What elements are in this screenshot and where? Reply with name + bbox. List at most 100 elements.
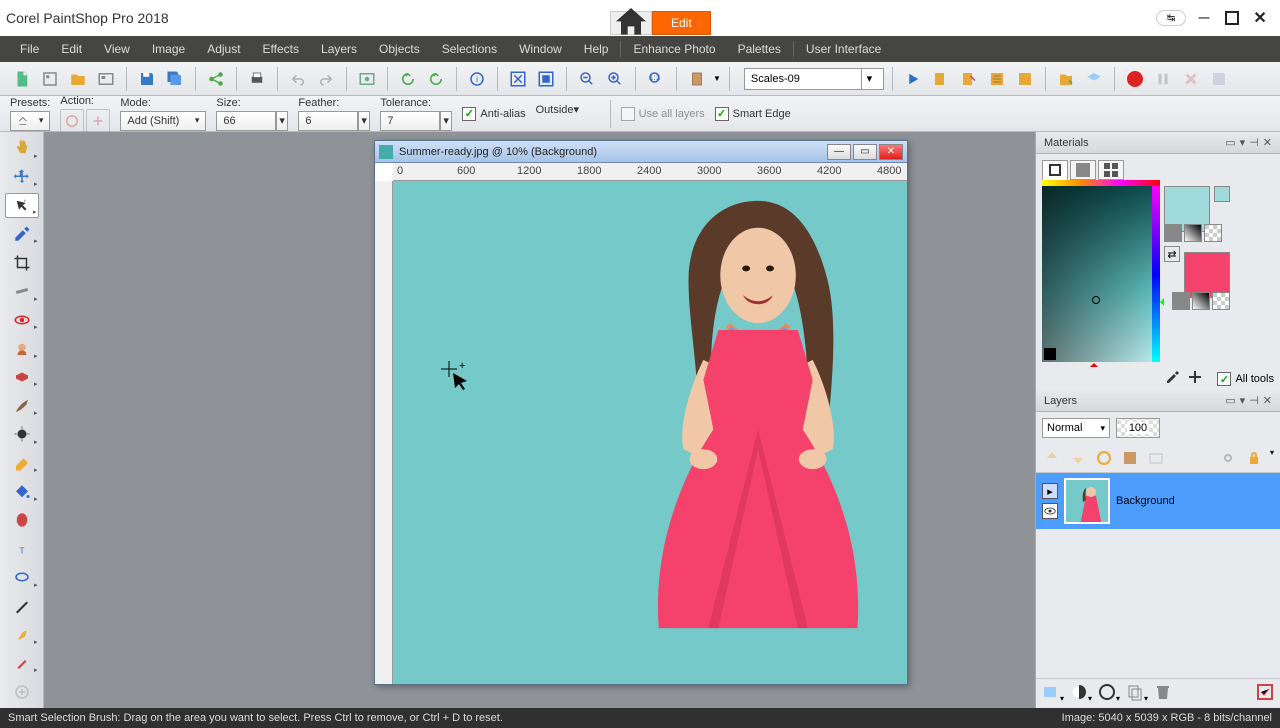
fill-tool[interactable]: ▸ xyxy=(5,479,39,504)
color-picker[interactable] xyxy=(1042,186,1160,362)
paintbrush-tool[interactable]: ▸ xyxy=(5,393,39,418)
dropper-icon[interactable] xyxy=(1166,370,1180,384)
layer-settings-icon[interactable] xyxy=(1256,683,1274,704)
zoom-actual-icon[interactable]: 1:1 xyxy=(644,67,668,91)
menu-selections[interactable]: Selections xyxy=(432,42,507,56)
swatch-b[interactable] xyxy=(1184,224,1202,242)
capture-icon[interactable] xyxy=(355,67,379,91)
dropper-tool[interactable]: ▸ xyxy=(5,222,39,247)
menu-layers[interactable]: Layers xyxy=(311,42,367,56)
layer-item-background[interactable]: ▸ Background xyxy=(1036,473,1280,529)
menu-window[interactable]: Window xyxy=(509,42,572,56)
stop-icon[interactable] xyxy=(1179,67,1203,91)
layer-down-icon[interactable] xyxy=(1068,448,1088,468)
panel-pin-icon[interactable]: ⊣ xyxy=(1249,394,1259,407)
smartedge-checkbox[interactable]: Smart Edge xyxy=(715,107,791,121)
layer-visibility-icon[interactable] xyxy=(1042,503,1058,519)
menu-adjust[interactable]: Adjust xyxy=(197,42,250,56)
doc-minimize-button[interactable]: — xyxy=(827,144,851,160)
materials-tab-frame[interactable] xyxy=(1042,160,1068,180)
size-input[interactable]: 66 xyxy=(216,111,276,131)
new-icon[interactable] xyxy=(10,67,34,91)
panel-close-icon[interactable]: ✕ xyxy=(1263,136,1272,149)
red-eye-tool[interactable]: ▸ xyxy=(5,308,39,333)
new-adjustment-icon[interactable]: ▾ xyxy=(1098,683,1120,704)
materials-tab-rainbow[interactable] xyxy=(1070,160,1096,180)
layer-mask-icon[interactable] xyxy=(1120,448,1140,468)
script-new-icon[interactable] xyxy=(929,67,953,91)
clone-tool[interactable]: ▸ xyxy=(5,365,39,390)
usealllayers-checkbox[interactable]: Use all layers xyxy=(621,107,705,121)
organizer-icon[interactable] xyxy=(1054,67,1078,91)
browse-icon[interactable] xyxy=(94,67,118,91)
presets-dropdown[interactable]: ▾ xyxy=(10,111,50,131)
maximize-button[interactable] xyxy=(1222,10,1242,26)
script-list-icon[interactable] xyxy=(985,67,1009,91)
script-edit-icon[interactable] xyxy=(957,67,981,91)
materials-header[interactable]: Materials ▭▾⊣✕ xyxy=(1036,132,1280,154)
layers-icon[interactable] xyxy=(1082,67,1106,91)
menu-view[interactable]: View xyxy=(94,42,140,56)
move-tool[interactable]: ▸ xyxy=(5,165,39,190)
record-icon[interactable] xyxy=(1123,67,1147,91)
swatch-d[interactable] xyxy=(1172,292,1190,310)
panel-close-icon[interactable]: ✕ xyxy=(1263,394,1272,407)
new-layer-icon[interactable]: ▾ xyxy=(1042,683,1064,704)
rotate-left-icon[interactable] xyxy=(396,67,420,91)
doc-maximize-button[interactable]: ▭ xyxy=(853,144,877,160)
add-swatch-icon[interactable] xyxy=(1188,370,1202,384)
new-template-icon[interactable] xyxy=(38,67,62,91)
add-tool[interactable] xyxy=(5,679,39,704)
alltools-checkbox[interactable]: All tools xyxy=(1217,372,1274,386)
feather-spinner[interactable]: ▾ xyxy=(358,111,370,131)
black-white-reset[interactable] xyxy=(1044,348,1056,360)
fit-window-icon[interactable] xyxy=(506,67,530,91)
layer-lock-icon[interactable] xyxy=(1244,448,1264,468)
share-icon[interactable] xyxy=(204,67,228,91)
makeover-tool[interactable]: ▸ xyxy=(5,336,39,361)
menu-file[interactable]: File xyxy=(10,42,49,56)
canvas[interactable]: + xyxy=(393,181,907,684)
text-tool[interactable]: T xyxy=(5,536,39,561)
panel-undock-icon[interactable]: ▭ xyxy=(1225,136,1235,149)
panel-undock-icon[interactable]: ▭ xyxy=(1225,394,1235,407)
size-spinner[interactable]: ▾ xyxy=(276,111,288,131)
layers-header[interactable]: Layers ▭▾⊣✕ xyxy=(1036,390,1280,412)
saveall-icon[interactable] xyxy=(163,67,187,91)
redo-icon[interactable] xyxy=(314,67,338,91)
picture-tube-tool[interactable] xyxy=(5,508,39,533)
action-include-icon[interactable] xyxy=(60,109,84,133)
blend-mode-dropdown[interactable]: Normal▾ xyxy=(1042,418,1110,438)
zoom-combo[interactable]: Scales-09▾ xyxy=(744,68,884,90)
antialias-checkbox[interactable]: Anti-alias xyxy=(462,107,525,121)
oil-brush-tool[interactable]: ▸ xyxy=(5,651,39,676)
play-icon[interactable] xyxy=(901,67,925,91)
open-icon[interactable] xyxy=(66,67,90,91)
delete-layer-icon[interactable] xyxy=(1154,683,1172,704)
menu-image[interactable]: Image xyxy=(142,42,195,56)
crop-tool[interactable] xyxy=(5,250,39,275)
minimize-button[interactable]: — xyxy=(1194,10,1214,26)
pan-tool[interactable]: ▸ xyxy=(5,136,39,161)
action-exclude-icon[interactable] xyxy=(86,109,110,133)
foreground-mini[interactable] xyxy=(1214,186,1230,202)
swatch-e[interactable] xyxy=(1192,292,1210,310)
layer-expand-icon[interactable]: ▸ xyxy=(1042,483,1058,499)
swatch-f[interactable] xyxy=(1212,292,1230,310)
new-mask-layer-icon[interactable]: ▾ xyxy=(1070,683,1092,704)
zoom-in-icon[interactable] xyxy=(603,67,627,91)
menu-effects[interactable]: Effects xyxy=(253,42,309,56)
layer-fx-icon[interactable] xyxy=(1094,448,1114,468)
rotate-right-icon[interactable] xyxy=(424,67,448,91)
materials-tab-swatches[interactable] xyxy=(1098,160,1124,180)
swatch-a[interactable] xyxy=(1164,224,1182,242)
zoom-out-icon[interactable] xyxy=(575,67,599,91)
opacity-input[interactable]: 100 xyxy=(1116,418,1160,438)
feather-input[interactable]: 6 xyxy=(298,111,358,131)
eraser-tool[interactable]: ▸ xyxy=(5,451,39,476)
menu-palettes[interactable]: Palettes xyxy=(728,42,791,56)
doc-close-button[interactable]: ✕ xyxy=(879,144,903,160)
close-button[interactable]: ✕ xyxy=(1250,10,1270,26)
straighten-tool[interactable]: ▸ xyxy=(5,279,39,304)
document-titlebar[interactable]: Summer-ready.jpg @ 10% (Background) — ▭ … xyxy=(375,141,907,163)
